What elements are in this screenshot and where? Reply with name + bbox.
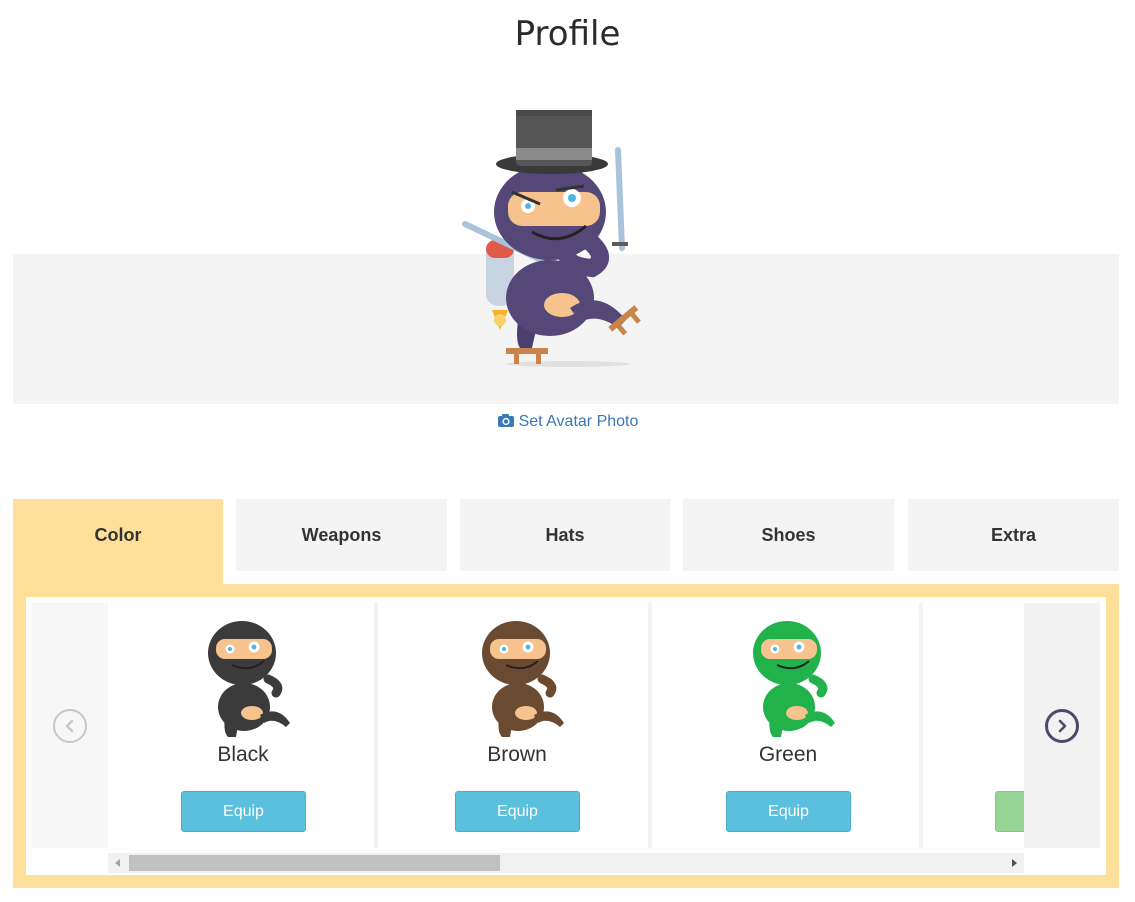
color-option-card-partial	[924, 603, 1024, 848]
chevron-left-icon	[65, 719, 74, 732]
tab-hats[interactable]: Hats	[460, 499, 670, 571]
set-avatar-photo-label: Set Avatar Photo	[518, 413, 639, 430]
color-option-list: Black Equip Brown Equip Green Equip	[108, 603, 1024, 848]
color-option-card: Green Equip	[653, 603, 923, 848]
color-option-name: Brown	[487, 743, 547, 766]
carousel-next-pane	[1024, 603, 1100, 848]
equip-button[interactable]: Equip	[455, 791, 580, 832]
color-option-name: Black	[217, 743, 269, 766]
avatar-image	[462, 110, 641, 367]
chevron-right-icon	[1058, 719, 1067, 732]
tab-color[interactable]: Color	[13, 499, 223, 589]
tab-label: Extra	[990, 524, 1037, 545]
color-option-card: Brown Equip	[382, 603, 652, 848]
scroll-left-arrow-icon[interactable]	[108, 853, 128, 873]
carousel-prev-pane	[32, 603, 108, 848]
color-panel: Black Equip Brown Equip Green Equip	[13, 584, 1119, 888]
camera-icon	[497, 413, 515, 433]
tab-label: Color	[94, 525, 142, 545]
tab-label: Shoes	[761, 524, 816, 545]
color-carousel: Black Equip Brown Equip Green Equip	[26, 597, 1106, 875]
tab-label: Weapons	[301, 524, 382, 545]
ninja-black-preview	[208, 621, 290, 737]
tab-extra[interactable]: Extra	[908, 499, 1119, 571]
color-option-card: Black Equip	[108, 603, 378, 848]
set-avatar-photo-link[interactable]: Set Avatar Photo	[0, 413, 1135, 433]
profile-page: Profile Set Avatar Photo Color Weapons H…	[0, 0, 1135, 902]
equip-button[interactable]: Equip	[181, 791, 306, 832]
customization-tabs: Color Weapons Hats Shoes Extra	[13, 499, 1119, 589]
color-option-name: Green	[758, 743, 818, 766]
equipped-button[interactable]	[995, 791, 1024, 832]
tab-weapons[interactable]: Weapons	[236, 499, 447, 571]
ninja-green-preview	[753, 621, 835, 737]
carousel-prev-button[interactable]	[53, 708, 87, 743]
equip-button[interactable]: Equip	[726, 791, 851, 832]
carousel-scrollbar[interactable]	[108, 853, 1024, 873]
tab-label: Hats	[545, 524, 585, 545]
scroll-right-arrow-icon[interactable]	[1004, 853, 1024, 873]
scrollbar-thumb[interactable]	[129, 855, 500, 871]
carousel-next-button[interactable]	[1045, 708, 1079, 743]
page-title: Profile	[514, 14, 621, 54]
ninja-brown-preview	[482, 621, 564, 737]
tab-shoes[interactable]: Shoes	[683, 499, 894, 571]
